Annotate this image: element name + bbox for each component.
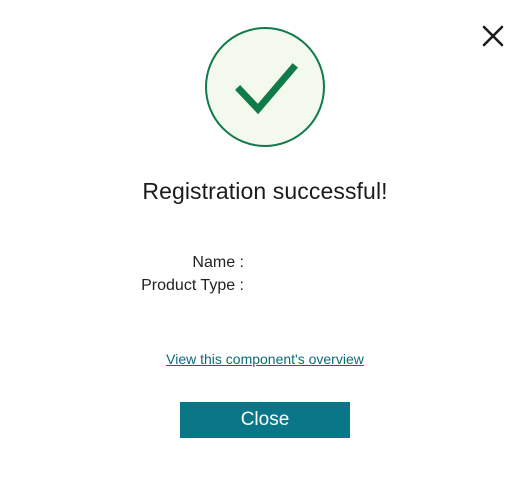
product-type-label: Product Type :: [141, 277, 244, 294]
component-overview-link[interactable]: View this component's overview: [0, 351, 523, 367]
registration-success-dialog: Registration successful! Name : Product …: [0, 0, 523, 481]
dialog-title: Registration successful!: [142, 178, 388, 204]
checkmark-icon: [235, 63, 298, 115]
close-icon[interactable]: [478, 21, 508, 51]
success-badge: [205, 27, 325, 147]
name-label: Name :: [192, 254, 244, 271]
close-button[interactable]: Close: [180, 402, 350, 438]
